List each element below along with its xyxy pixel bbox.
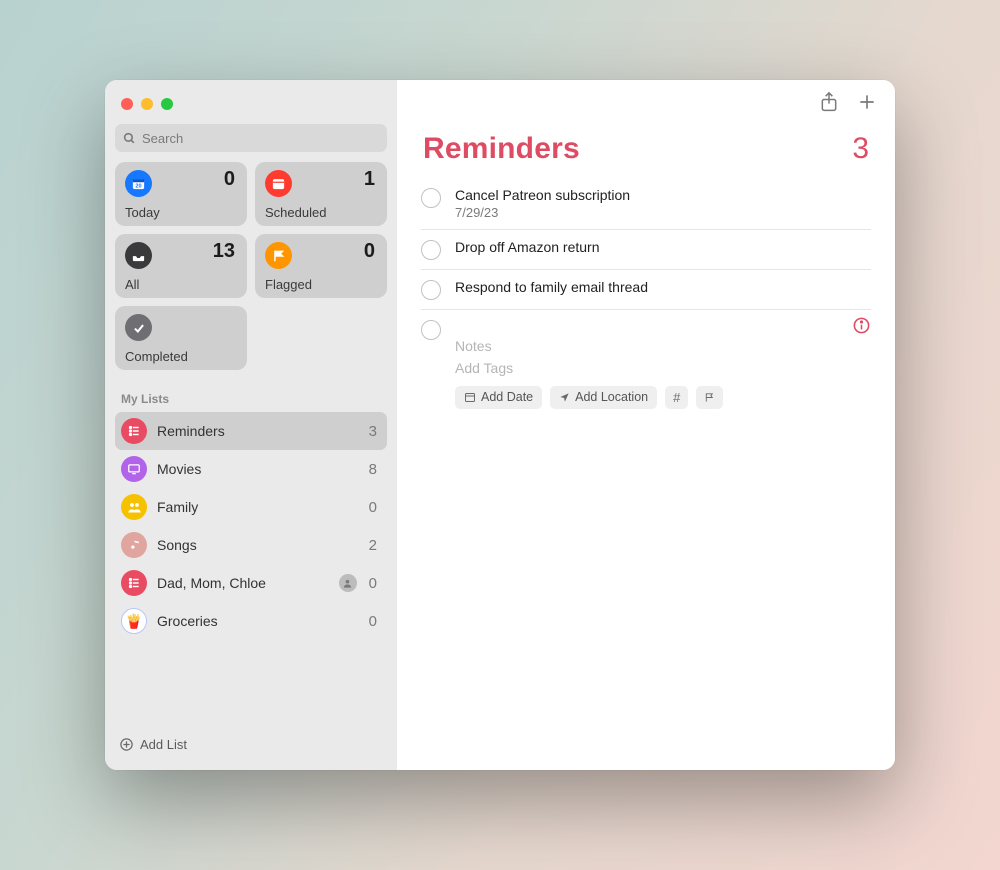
list-name: Movies [157, 461, 359, 477]
add-reminder-button[interactable] [857, 92, 877, 112]
list-count: 0 [369, 575, 377, 592]
list-bullet-icon [121, 570, 147, 596]
groceries-emoji-icon: 🍟 [121, 608, 147, 634]
reminder-title: Respond to family email thread [455, 279, 871, 295]
all-count: 13 [213, 240, 235, 263]
smart-list-flagged[interactable]: 0 Flagged [255, 234, 387, 298]
list-row-groceries[interactable]: 🍟 Groceries 0 [115, 602, 387, 640]
list-count: 8 [369, 461, 377, 478]
list-title: Reminders [423, 132, 580, 166]
reminder-date: 7/29/23 [455, 205, 871, 220]
share-button[interactable] [819, 91, 839, 113]
flag-icon [265, 242, 292, 269]
location-arrow-icon [559, 392, 570, 403]
chip-label: Add Date [481, 390, 533, 404]
list-total-count: 3 [852, 132, 869, 166]
search-placeholder: Search [142, 131, 183, 146]
list-header: Reminders 3 [397, 124, 895, 178]
minimize-window-icon[interactable] [141, 98, 153, 110]
tray-icon [125, 242, 152, 269]
list-count: 2 [369, 537, 377, 554]
add-tag-chip[interactable]: # [665, 386, 688, 409]
list-row-family[interactable]: Family 0 [115, 488, 387, 526]
reminder-row[interactable]: Drop off Amazon return [421, 230, 871, 270]
music-note-icon [121, 532, 147, 558]
reminder-items: Cancel Patreon subscription 7/29/23 Drop… [397, 178, 895, 418]
reminder-title: Drop off Amazon return [455, 239, 871, 255]
search-input[interactable]: Search [115, 124, 387, 152]
display-icon [121, 456, 147, 482]
calendar-today-icon: 20 [125, 170, 152, 197]
smart-lists-grid: 20 0 Today 1 Scheduled 13 All [115, 162, 387, 370]
all-label: All [125, 277, 139, 292]
info-button[interactable] [852, 316, 871, 335]
list-name: Reminders [157, 423, 359, 439]
hash-icon: # [673, 390, 680, 405]
flag-outline-icon [704, 392, 715, 403]
list-name: Dad, Mom, Chloe [157, 575, 329, 591]
chip-label: Add Location [575, 390, 648, 404]
add-list-button[interactable]: Add List [115, 729, 387, 760]
reminder-title: Cancel Patreon subscription [455, 187, 871, 203]
window-controls [115, 94, 387, 124]
list-row-shared[interactable]: Dad, Mom, Chloe 0 [115, 564, 387, 602]
sidebar: Search 20 0 Today 1 Scheduled [105, 80, 397, 770]
completed-label: Completed [125, 349, 188, 364]
list-count: 3 [369, 423, 377, 440]
complete-checkbox[interactable] [421, 280, 441, 300]
list-count: 0 [369, 613, 377, 630]
close-window-icon[interactable] [121, 98, 133, 110]
main-panel: Reminders 3 Cancel Patreon subscription … [397, 80, 895, 770]
fullscreen-window-icon[interactable] [161, 98, 173, 110]
list-count: 0 [369, 499, 377, 516]
complete-checkbox[interactable] [421, 188, 441, 208]
search-icon [123, 132, 136, 145]
reminder-row[interactable]: Cancel Patreon subscription 7/29/23 [421, 178, 871, 230]
toolbar [397, 80, 895, 124]
scheduled-label: Scheduled [265, 205, 326, 220]
plus-circle-icon [119, 737, 134, 752]
list-name: Songs [157, 537, 359, 553]
tags-placeholder[interactable]: Add Tags [455, 357, 871, 379]
add-location-chip[interactable]: Add Location [550, 386, 657, 409]
smart-list-completed[interactable]: Completed [115, 306, 247, 370]
app-window: Search 20 0 Today 1 Scheduled [105, 80, 895, 770]
complete-checkbox[interactable] [421, 320, 441, 340]
flagged-label: Flagged [265, 277, 312, 292]
list-row-reminders[interactable]: Reminders 3 [115, 412, 387, 450]
add-date-chip[interactable]: Add Date [455, 386, 542, 409]
people-icon [121, 494, 147, 520]
shared-indicator-icon [339, 574, 357, 592]
list-row-movies[interactable]: Movies 8 [115, 450, 387, 488]
add-flag-chip[interactable] [696, 386, 723, 409]
list-name: Groceries [157, 613, 359, 629]
list-bullet-icon [121, 418, 147, 444]
svg-text:20: 20 [135, 183, 141, 189]
list-name: Family [157, 499, 359, 515]
smart-list-scheduled[interactable]: 1 Scheduled [255, 162, 387, 226]
calendar-scheduled-icon [265, 170, 292, 197]
smart-list-all[interactable]: 13 All [115, 234, 247, 298]
reminder-row[interactable]: Respond to family email thread [421, 270, 871, 310]
add-list-label: Add List [140, 737, 187, 752]
checkmark-icon [125, 314, 152, 341]
smart-list-today[interactable]: 20 0 Today [115, 162, 247, 226]
flagged-count: 0 [364, 240, 375, 263]
new-reminder-row[interactable]: Notes Add Tags Add Date [421, 310, 871, 418]
today-count: 0 [224, 168, 235, 191]
today-label: Today [125, 205, 160, 220]
scheduled-count: 1 [364, 168, 375, 191]
my-lists-label: My Lists [115, 376, 387, 412]
list-row-songs[interactable]: Songs 2 [115, 526, 387, 564]
complete-checkbox[interactable] [421, 240, 441, 260]
notes-placeholder[interactable]: Notes [455, 335, 871, 357]
calendar-icon [464, 391, 476, 403]
